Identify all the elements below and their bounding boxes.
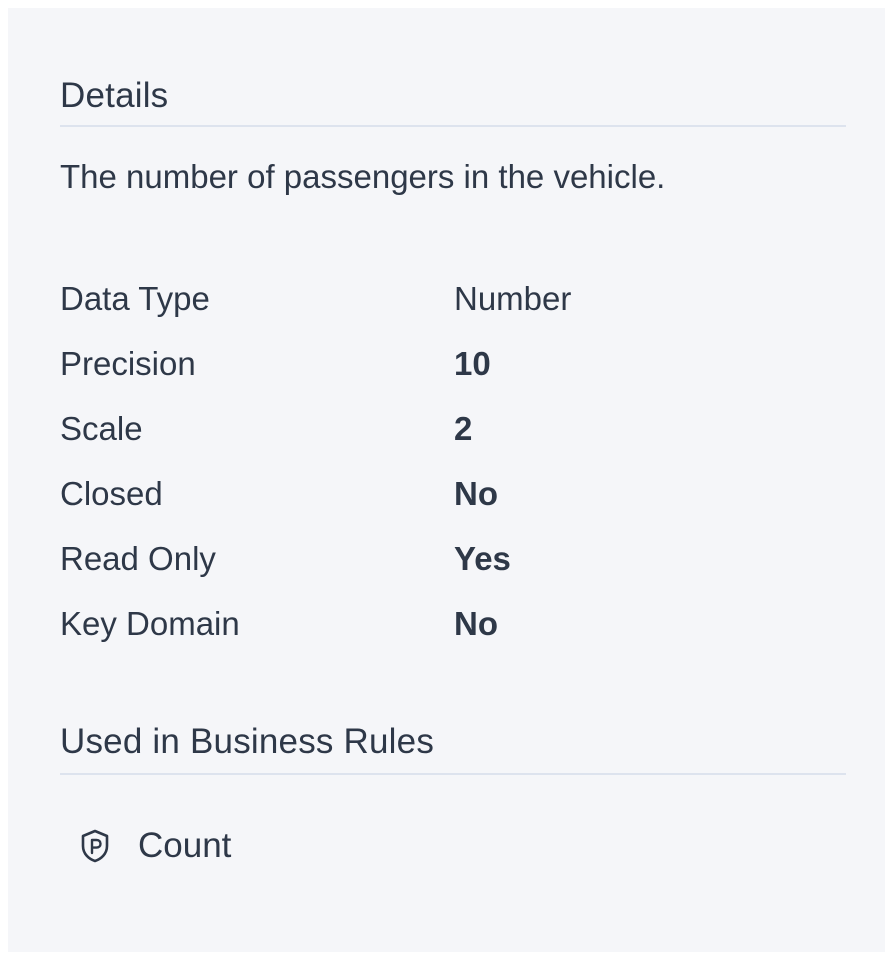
property-label: Data Type — [60, 280, 210, 317]
details-divider — [60, 125, 846, 127]
property-label: Scale — [60, 410, 143, 447]
property-list: Data Type Number Precision 10 Scale 2 Cl… — [60, 282, 820, 672]
details-panel: Details The number of passengers in the … — [8, 8, 885, 952]
business-rule-label[interactable]: Count — [138, 828, 231, 863]
property-label: Precision — [60, 345, 196, 382]
business-rule-link-count[interactable]: Count — [80, 828, 231, 863]
property-value: No — [454, 605, 498, 642]
property-row-key-domain: Key Domain No — [60, 607, 820, 672]
property-row-precision: Precision 10 — [60, 347, 820, 412]
property-row-data-type: Data Type Number — [60, 282, 820, 347]
property-value: Yes — [454, 540, 511, 577]
field-description: The number of passengers in the vehicle. — [60, 158, 666, 195]
property-row-read-only: Read Only Yes — [60, 542, 820, 607]
business-rules-divider — [60, 773, 846, 775]
property-row-scale: Scale 2 — [60, 412, 820, 477]
property-value: Number — [454, 280, 572, 317]
business-rules-heading: Used in Business Rules — [60, 722, 435, 761]
details-heading: Details — [60, 76, 169, 115]
property-label: Closed — [60, 475, 163, 512]
property-value: 2 — [454, 410, 473, 447]
shield-rule-icon — [80, 829, 110, 863]
property-label: Key Domain — [60, 605, 240, 642]
property-row-closed: Closed No — [60, 477, 820, 542]
property-label: Read Only — [60, 540, 216, 577]
property-value: 10 — [454, 345, 491, 382]
property-value: No — [454, 475, 498, 512]
